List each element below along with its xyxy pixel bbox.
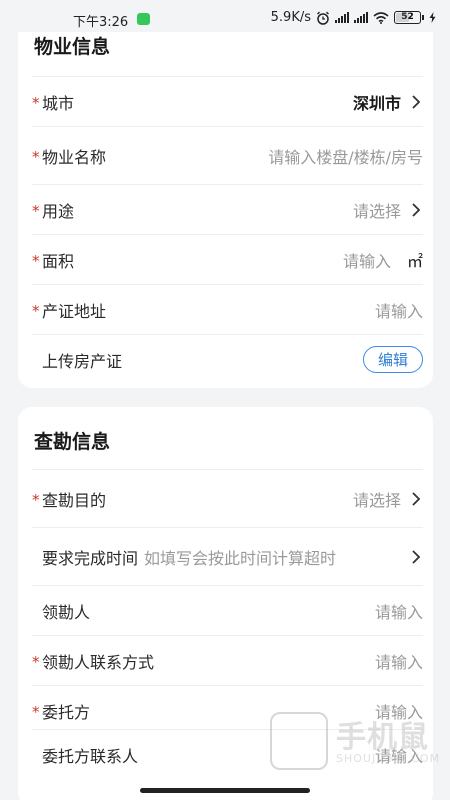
net-speed: 5.9K/s — [270, 10, 311, 25]
city-row[interactable]: * 城市 深圳市 — [32, 76, 423, 126]
city-label: 城市 — [42, 93, 75, 113]
purpose-select[interactable]: 请选择 — [353, 487, 401, 511]
property-name-label: 物业名称 — [42, 147, 107, 167]
watermark-text: 手机鼠 — [336, 720, 429, 755]
usage-select[interactable]: 请选择 — [353, 198, 401, 222]
property-name-row[interactable]: * 物业名称 请输入楼盘/楼栋/房号 — [32, 126, 423, 184]
wifi-icon — [373, 11, 389, 24]
surveyor-contact-label: 领勘人联系方式 — [42, 652, 155, 672]
status-time: 下午3:26 — [73, 15, 129, 30]
required-mark: * — [32, 653, 40, 671]
required-mark: * — [32, 491, 40, 509]
chevron-right-icon — [412, 491, 421, 506]
battery-icon: 52 — [394, 11, 424, 24]
city-value: 深圳市 — [352, 93, 401, 113]
usage-row[interactable]: * 用途 请选择 — [32, 184, 423, 234]
cert-address-input[interactable]: 请输入 — [375, 298, 423, 322]
signal-icon-2 — [354, 12, 368, 23]
chevron-right-icon — [412, 202, 421, 217]
property-name-input[interactable]: 请输入楼盘/楼栋/房号 — [268, 144, 423, 168]
cert-address-label: 产证地址 — [42, 301, 107, 321]
edit-button[interactable]: 编辑 — [362, 346, 423, 373]
section-title-survey: 查勘信息 — [34, 431, 111, 453]
required-mark: * — [32, 94, 40, 112]
required-mark: * — [32, 302, 40, 320]
required-mark: * — [32, 202, 40, 220]
cert-address-row[interactable]: * 产证地址 请输入 — [32, 284, 423, 334]
surveyor-label: 领勘人 — [42, 602, 91, 622]
notification-app-icon — [137, 13, 150, 25]
section-title-property: 物业信息 — [34, 36, 111, 58]
upload-cert-label: 上传房产证 — [42, 351, 123, 371]
surveyor-contact-row[interactable]: * 领勘人联系方式 请输入 — [32, 635, 423, 685]
charging-icon — [429, 12, 436, 23]
usage-label: 用途 — [42, 201, 75, 221]
client-label: 委托方 — [42, 702, 91, 722]
status-bar: 下午3:26 5.9K/s 52 — [0, 0, 450, 32]
home-indicator[interactable] — [140, 788, 310, 793]
chevron-right-icon — [412, 549, 421, 564]
deadline-label: 要求完成时间 — [42, 548, 139, 568]
signal-icon — [335, 12, 349, 23]
watermark-mouse-icon — [270, 712, 328, 770]
required-mark: * — [32, 252, 40, 270]
purpose-label: 查勘目的 — [42, 490, 107, 510]
chevron-right-icon — [412, 94, 421, 109]
area-label: 面积 — [42, 251, 75, 271]
area-input[interactable]: 请输入 — [343, 248, 391, 272]
status-right: 5.9K/s 52 — [271, 10, 436, 25]
purpose-row[interactable]: * 查勘目的 请选择 — [32, 469, 423, 527]
surveyor-input[interactable]: 请输入 — [375, 599, 423, 623]
watermark-subtext: SHOUJISHU.COM — [336, 752, 441, 765]
property-info-card: 物业信息 * 城市 深圳市 * 物业名称 请输入楼盘/楼栋/房号 * 用途 请选… — [18, 16, 433, 388]
area-unit: ㎡ — [406, 251, 423, 271]
watermark-logo: 手机鼠 SHOUJISHU.COM — [270, 708, 439, 780]
upload-cert-row: 上传房产证 编辑 — [32, 334, 423, 384]
surveyor-row[interactable]: 领勘人 请输入 — [32, 585, 423, 635]
battery-level: 52 — [401, 12, 414, 22]
required-mark: * — [32, 148, 40, 166]
deadline-row[interactable]: 要求完成时间 如填写会按此时间计算超时 — [32, 527, 423, 585]
required-mark: * — [32, 703, 40, 721]
alarm-icon — [317, 11, 329, 25]
area-row[interactable]: * 面积 请输入 ㎡ — [32, 234, 423, 284]
client-contact-label: 委托方联系人 — [42, 746, 139, 766]
deadline-select[interactable]: 如填写会按此时间计算超时 — [144, 545, 336, 569]
surveyor-contact-input[interactable]: 请输入 — [375, 649, 423, 673]
